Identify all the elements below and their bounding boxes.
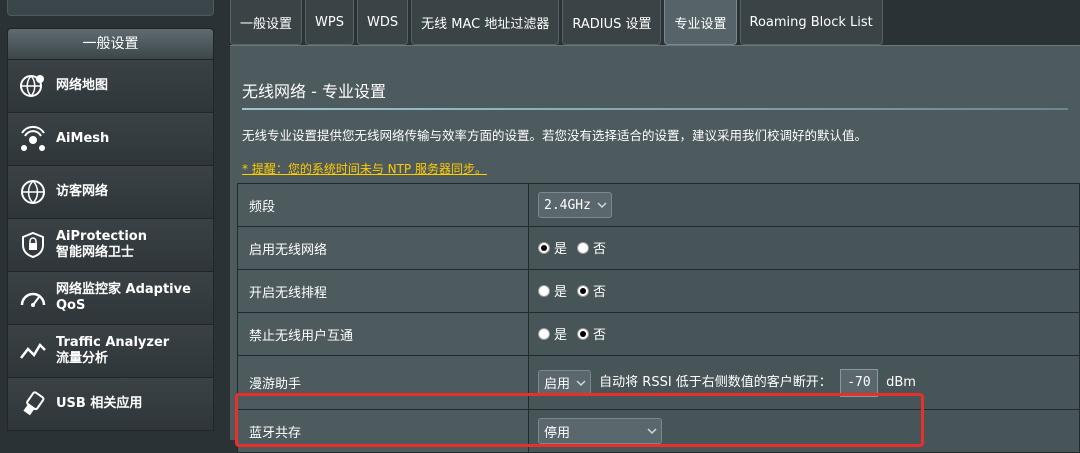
bluetooth-coexistence-label: 蓝牙共存: [237, 409, 529, 453]
sidebar-menu: 网络地图 AiMesh 访客网络 AiProtection 智能网络卫士 网络监: [7, 60, 214, 431]
bluetooth-coexistence-select[interactable]: 停用: [538, 418, 662, 444]
rssi-description: 自动将 RSSI 低于右侧数值的客户断开：: [599, 375, 832, 390]
sidebar-item-aimesh[interactable]: AiMesh: [7, 113, 214, 166]
enable-wireless-label: 启用无线网络: [237, 226, 529, 270]
radio-no-label: 否: [593, 328, 607, 344]
sidebar-item-adaptive-qos[interactable]: 网络监控家 Adaptive QoS: [7, 272, 214, 325]
tab-bar: 一般设置 WPS WDS 无线 MAC 地址过滤器 RADIUS 设置 专业设置…: [230, 0, 883, 45]
tab-wds[interactable]: WDS: [356, 0, 409, 45]
rssi-unit: dBm: [886, 375, 916, 390]
page-description: 无线专业设置提供您无线网络传输与效率方面的设置。若您没有选择适合的设置，建议采用…: [242, 128, 868, 143]
sidebar-item-label: 网络地图: [56, 78, 109, 93]
tab-general[interactable]: 一般设置: [230, 0, 303, 45]
chevron-down-icon: [576, 379, 586, 386]
bluetooth-coexistence-select-value: 停用: [544, 425, 571, 441]
roaming-assistant-label: 漫游助手: [237, 355, 529, 410]
tab-mac-filter[interactable]: 无线 MAC 地址过滤器: [411, 0, 560, 45]
sidebar-top-block: [7, 0, 214, 16]
rssi-threshold-input[interactable]: -70: [839, 368, 878, 397]
roaming-assistant-select-value: 启用: [544, 377, 571, 392]
radio-yes-label: 是: [554, 328, 568, 344]
table-row: 启用无线网络 是 否: [237, 226, 1080, 270]
enable-wireless-no-radio[interactable]: [577, 241, 590, 254]
table-row: 开启无线排程 是 否: [237, 269, 1080, 313]
network-map-icon: [16, 69, 50, 103]
ap-isolation-yes-radio[interactable]: [538, 327, 550, 340]
sidebar: 一般设置 网络地图 AiMesh 访客网络 AiProtection 智能网络卫…: [0, 0, 222, 440]
ap-isolation-no-radio[interactable]: [577, 327, 590, 340]
wireless-schedule-yes-radio[interactable]: [538, 284, 550, 297]
band-select-value: 2.4GHz: [544, 197, 591, 213]
settings-table: 频段 2.4GHz 启用无线网络 是 否 开启无线排程 是 否 禁止无线用户互通…: [237, 183, 1080, 453]
ntp-warning-link[interactable]: * 提醒：您的系统时间未与 NTP 服务器同步。: [242, 160, 487, 177]
table-row: 漫游助手 启用 自动将 RSSI 低于右侧数值的客户断开： -70 dBm: [237, 355, 1080, 410]
enable-wireless-yes-radio[interactable]: [538, 241, 550, 254]
sidebar-item-network-map[interactable]: 网络地图: [7, 60, 214, 113]
wireless-schedule-label: 开启无线排程: [237, 269, 529, 313]
sidebar-item-label: AiProtection 智能网络卫士: [56, 229, 147, 260]
title-divider: [242, 108, 1068, 110]
sidebar-item-usb[interactable]: USB 相关应用: [7, 378, 214, 431]
radio-no-label: 否: [593, 242, 607, 258]
tab-roaming-block-list[interactable]: Roaming Block List: [739, 0, 883, 45]
sidebar-header: 一般设置: [7, 28, 214, 60]
radio-yes-label: 是: [554, 285, 568, 301]
aiprotection-icon: [16, 228, 50, 262]
band-select[interactable]: 2.4GHz: [538, 192, 612, 218]
ap-isolation-label: 禁止无线用户互通: [237, 312, 529, 356]
sidebar-item-guest-network[interactable]: 访客网络: [7, 166, 214, 219]
guest-network-icon: [16, 175, 50, 209]
adaptive-qos-icon: [16, 281, 50, 315]
table-row: 禁止无线用户互通 是 否: [237, 312, 1080, 356]
band-label: 频段: [237, 183, 529, 227]
sidebar-item-label: USB 相关应用: [56, 396, 143, 411]
tab-professional[interactable]: 专业设置: [664, 0, 737, 45]
aimesh-icon: [16, 122, 50, 156]
chevron-down-icon: [597, 202, 607, 209]
radio-no-label: 否: [593, 285, 607, 301]
sidebar-item-label: AiMesh: [56, 131, 110, 146]
sidebar-item-label: Traffic Analyzer 流量分析: [56, 335, 170, 366]
content-panel: 无线网络 - 专业设置 无线专业设置提供您无线网络传输与效率方面的设置。若您没有…: [230, 45, 1080, 453]
wireless-schedule-no-radio[interactable]: [577, 284, 590, 297]
table-row: 蓝牙共存 停用: [237, 409, 1080, 453]
sidebar-item-label: 访客网络: [56, 184, 109, 199]
sidebar-item-traffic-analyzer[interactable]: Traffic Analyzer 流量分析: [7, 325, 214, 378]
traffic-analyzer-icon: [16, 334, 50, 368]
tab-wps[interactable]: WPS: [305, 0, 354, 45]
roaming-assistant-select[interactable]: 启用: [538, 369, 592, 396]
radio-yes-label: 是: [554, 242, 568, 258]
chevron-down-icon: [647, 428, 657, 435]
usb-icon: [16, 387, 50, 421]
sidebar-item-label: 网络监控家 Adaptive QoS: [56, 282, 191, 313]
page-title: 无线网络 - 专业设置: [242, 82, 386, 101]
table-row: 频段 2.4GHz: [237, 183, 1080, 227]
sidebar-item-aiprotection[interactable]: AiProtection 智能网络卫士: [7, 219, 214, 272]
tab-radius[interactable]: RADIUS 设置: [562, 0, 662, 45]
